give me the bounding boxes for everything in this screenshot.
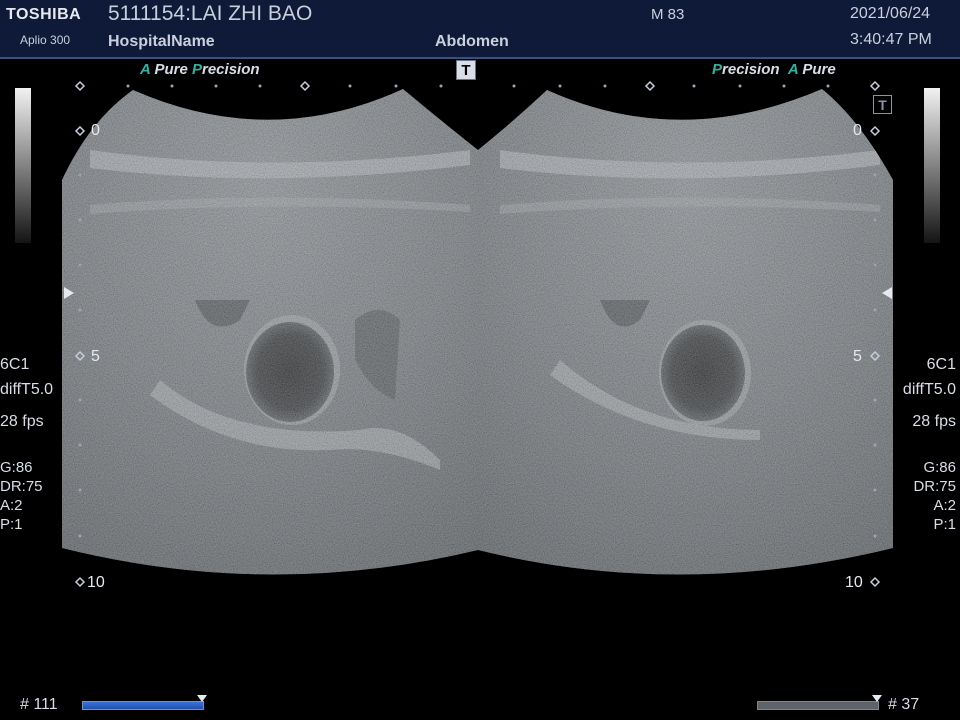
gain-label: G:86 — [923, 459, 956, 476]
frame-count-left: # 111 — [20, 696, 58, 713]
precision-p-letter: P — [191, 61, 202, 78]
apure-precision-left: A Pure Precision — [140, 61, 260, 78]
frame-count-right: # 37 — [888, 696, 920, 713]
fps-label: 28 fps — [0, 413, 44, 430]
depth-label-10-right: 10 — [845, 574, 863, 591]
apure-text: Pure — [802, 61, 836, 78]
probe-label: 6C1 — [926, 356, 956, 373]
cine-progress-left[interactable] — [82, 701, 204, 710]
scan-params-right: 6C1 diffT5.0 28 fps — [903, 352, 956, 434]
cine-progress-right[interactable] — [757, 701, 879, 710]
precision-text: recision — [722, 61, 780, 78]
probe-label: 6C1 — [0, 356, 30, 373]
depth-label-5-right: 5 — [853, 348, 862, 365]
gain-label: G:86 — [0, 459, 33, 476]
a-label: A:2 — [933, 497, 956, 514]
depth-label-5-left: 5 — [91, 348, 100, 365]
mode-label: diffT5.0 — [902, 381, 956, 398]
grayscale-bar-right — [924, 88, 940, 243]
apure-a-letter: A — [140, 61, 151, 78]
dynamic-range-label: DR:75 — [0, 478, 43, 495]
ultrasound-image-left — [62, 89, 478, 575]
fps-label: 28 fps — [912, 413, 956, 430]
p-label: P:1 — [933, 516, 956, 533]
depth-label-10-left: 10 — [87, 574, 105, 591]
apure-a-letter: A — [787, 61, 799, 78]
p-label: P:1 — [0, 516, 23, 533]
active-view-t-icon[interactable]: T — [456, 60, 476, 80]
scan-params-left: 6C1 diffT5.0 28 fps — [0, 352, 53, 434]
depth-label-0-right: 0 — [853, 122, 862, 139]
precision-text: recision — [202, 61, 260, 78]
gain-params-right: G:86 DR:75 A:2 P:1 — [913, 458, 956, 534]
top-scale-diamonds — [74, 80, 881, 92]
apure-text: Pure — [154, 61, 188, 78]
precision-p-letter: P — [712, 61, 723, 78]
apure-precision-right: Precision A Pure — [712, 61, 836, 78]
inactive-view-t-icon[interactable]: T — [873, 95, 892, 114]
cine-marker-right-icon[interactable] — [872, 695, 882, 702]
dynamic-range-label: DR:75 — [913, 478, 956, 495]
depth-label-0-left: 0 — [91, 122, 100, 139]
cine-marker-left-icon[interactable] — [197, 695, 207, 702]
gain-params-left: G:86 DR:75 A:2 P:1 — [0, 458, 43, 534]
grayscale-bar-left — [15, 88, 31, 243]
mode-label: diffT5.0 — [0, 381, 54, 398]
top-scale-dots — [126, 84, 830, 88]
ultrasound-image-right — [478, 89, 893, 575]
ultrasound-dual-view — [62, 80, 893, 588]
a-label: A:2 — [0, 497, 23, 514]
